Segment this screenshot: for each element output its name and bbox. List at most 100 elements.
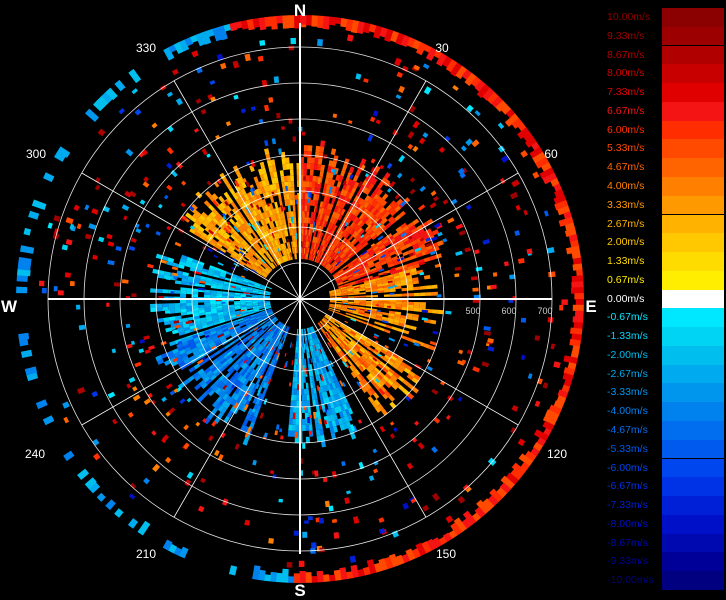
bearing-label-240: 240 xyxy=(25,447,45,461)
legend-swatch xyxy=(662,195,724,215)
legend-row: 4.00m/s xyxy=(607,176,724,196)
legend-row: 5.33m/s xyxy=(607,139,724,159)
legend-label: 10.00m/s xyxy=(607,11,651,23)
velocity-color-legend: 10.00m/s 9.33m/s 8.67m/s 8.00m/s 7.33m/s 6.67… xyxy=(607,8,724,590)
legend-swatch xyxy=(662,139,724,159)
legend-swatch xyxy=(662,383,724,403)
legend-label: -9.33m/s xyxy=(607,555,648,568)
legend-swatch xyxy=(662,26,724,46)
legend-swatch xyxy=(662,308,724,328)
legend-label: -2.00m/s xyxy=(607,348,648,361)
bearing-label-60: 60 xyxy=(544,147,558,161)
legend-label: 8.67m/s xyxy=(607,48,645,61)
legend-label: -6.00m/s xyxy=(607,461,648,474)
range-label-700: 700 xyxy=(537,306,552,316)
legend-row: -1.33m/s xyxy=(607,327,724,346)
legend-row: 0.67m/s xyxy=(607,270,724,290)
legend-row: -2.00m/s xyxy=(607,345,724,365)
legend-label: 1.33m/s xyxy=(607,255,645,268)
legend-row: 2.00m/s xyxy=(607,233,724,252)
legend-row: -6.00m/s xyxy=(607,458,724,478)
legend-label: 2.00m/s xyxy=(607,236,645,249)
bearing-label-300: 300 xyxy=(26,147,46,161)
legend-label: -5.33m/s xyxy=(607,442,648,455)
legend-swatch xyxy=(662,402,724,421)
legend-swatch xyxy=(662,101,724,121)
legend-row: 3.33m/s xyxy=(607,195,724,215)
legend-row: 2.67m/s xyxy=(607,214,724,234)
compass-west-label: W xyxy=(1,297,18,316)
legend-label: 6.00m/s xyxy=(607,123,645,136)
bearing-label-30: 30 xyxy=(435,41,449,55)
legend-row: 9.33m/s xyxy=(607,26,724,46)
legend-label: -8.00m/s xyxy=(607,517,648,530)
legend-row: -6.67m/s xyxy=(607,477,724,497)
legend-swatch xyxy=(662,571,724,590)
legend-label: 5.33m/s xyxy=(607,142,645,155)
legend-swatch xyxy=(662,439,724,459)
legend-row: 1.33m/s xyxy=(607,252,724,271)
bearing-label-150: 150 xyxy=(436,547,456,561)
legend-swatch xyxy=(662,421,724,440)
compass-east-label: E xyxy=(585,297,596,316)
bearing-label-120: 120 xyxy=(547,447,567,461)
legend-swatch xyxy=(662,533,724,553)
legend-label: 9.33m/s xyxy=(607,29,645,42)
legend-row: 6.67m/s xyxy=(607,101,724,121)
legend-label: -8.67m/s xyxy=(607,536,648,549)
legend-row: -4.00m/s xyxy=(607,402,724,421)
legend-swatch xyxy=(662,345,724,365)
legend-label: -6.67m/s xyxy=(607,480,648,493)
legend-label: 8.00m/s xyxy=(607,67,645,80)
legend-label: 3.33m/s xyxy=(607,198,645,211)
legend-row: 0.00m/s xyxy=(607,289,724,309)
legend-label: 0.00m/s xyxy=(607,292,645,305)
legend-label: 2.67m/s xyxy=(607,217,645,230)
compass-south-label: S xyxy=(294,581,305,600)
legend-row: 6.00m/s xyxy=(607,120,724,140)
legend-swatch xyxy=(662,214,724,234)
legend-row: 8.67m/s xyxy=(607,45,724,65)
legend-swatch xyxy=(662,8,724,27)
legend-row: -0.67m/s xyxy=(607,308,724,328)
legend-swatch xyxy=(662,552,724,572)
legend-label: 6.67m/s xyxy=(607,104,645,117)
range-label-600: 600 xyxy=(501,306,516,316)
legend-swatch xyxy=(662,289,724,309)
legend-swatch xyxy=(662,327,724,346)
legend-swatch xyxy=(662,364,724,384)
legend-row: -7.33m/s xyxy=(607,496,724,515)
legend-swatch xyxy=(662,477,724,497)
legend-swatch xyxy=(662,176,724,196)
legend-label: 4.00m/s xyxy=(607,179,645,192)
legend-swatch xyxy=(662,270,724,290)
legend-row: -9.33m/s xyxy=(607,552,724,572)
legend-label: -7.33m/s xyxy=(607,499,648,512)
legend-row: -3.33m/s xyxy=(607,383,724,403)
legend-swatch xyxy=(662,120,724,140)
legend-label: 0.67m/s xyxy=(607,273,645,286)
legend-label: -4.00m/s xyxy=(607,405,648,418)
legend-label: -4.67m/s xyxy=(607,424,648,437)
legend-swatch xyxy=(662,514,724,534)
legend-row: 8.00m/s xyxy=(607,64,724,83)
legend-swatch xyxy=(662,496,724,515)
legend-row: -8.00m/s xyxy=(607,514,724,534)
legend-row: -10.00m/s xyxy=(607,571,724,590)
legend-label: 4.67m/s xyxy=(607,161,645,174)
legend-label: 7.33m/s xyxy=(607,86,645,99)
legend-label: -0.67m/s xyxy=(607,311,648,324)
legend-label: -1.33m/s xyxy=(607,330,648,343)
legend-swatch xyxy=(662,233,724,252)
legend-row: 7.33m/s xyxy=(607,83,724,102)
legend-swatch xyxy=(662,252,724,271)
legend-row: -2.67m/s xyxy=(607,364,724,384)
bearing-label-330: 330 xyxy=(136,41,156,55)
legend-row: -5.33m/s xyxy=(607,439,724,459)
range-label-500: 500 xyxy=(465,306,480,316)
legend-row: -4.67m/s xyxy=(607,421,724,440)
legend-swatch xyxy=(662,158,724,177)
legend-swatch xyxy=(662,64,724,83)
radar-velocity-display: N S E W 30 60 120 150 210 240 300 330 50… xyxy=(1,1,597,600)
legend-swatch xyxy=(662,458,724,478)
